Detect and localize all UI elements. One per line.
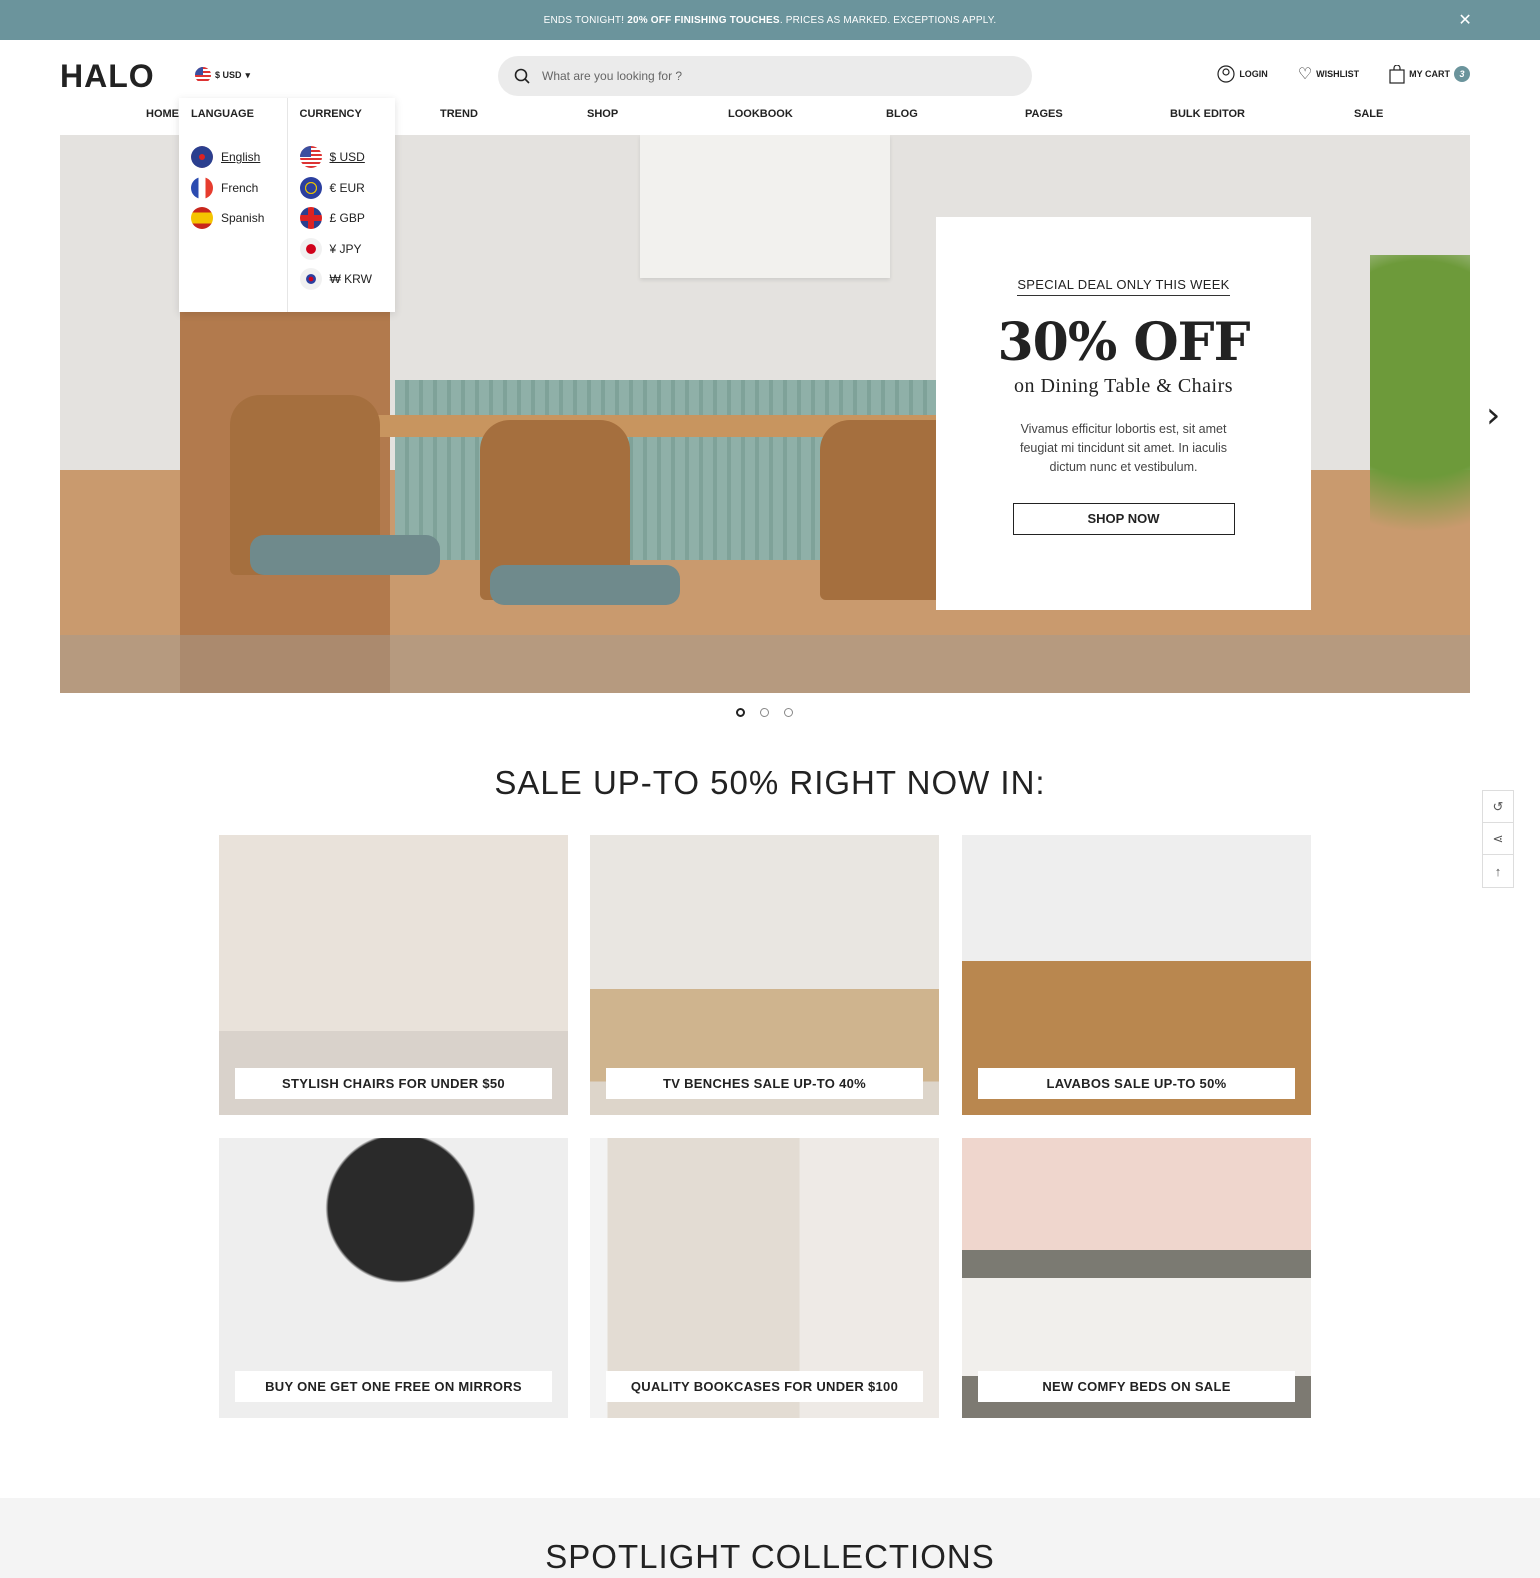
- spain-flag-icon: [191, 207, 213, 230]
- search-placeholder: What are you looking for ?: [542, 69, 683, 83]
- language-column: LANGUAGE English French Spanish: [179, 98, 287, 312]
- category-card[interactable]: QUALITY BOOKCASES FOR UNDER $100: [590, 1138, 939, 1418]
- currency-option-usd[interactable]: $ USD: [299, 142, 384, 173]
- currency-option-jpy[interactable]: ¥ JPY: [299, 234, 384, 265]
- close-icon[interactable]: ✕: [1458, 10, 1472, 30]
- caret-down-icon: ▾: [245, 69, 251, 80]
- slider-dots: [736, 708, 793, 717]
- category-label: STYLISH CHAIRS FOR UNDER $50: [235, 1068, 552, 1099]
- category-label: NEW COMFY BEDS ON SALE: [978, 1371, 1295, 1402]
- next-slide-arrow-icon[interactable]: ›: [1486, 395, 1500, 436]
- france-flag-icon: [191, 176, 213, 199]
- uk-flag-icon: [299, 207, 322, 230]
- promo-text: Vivamus efficitur lobortis est, sit amet…: [1019, 422, 1228, 474]
- category-label: LAVABOS SALE UP-TO 50%: [978, 1068, 1295, 1099]
- back-to-top-icon[interactable]: ↑: [1483, 855, 1513, 887]
- currency-label: ₩ KRW: [329, 272, 372, 287]
- spotlight-section: SPOTLIGHT COLLECTIONS: [0, 1498, 1540, 1578]
- currency-label: € EUR: [329, 180, 365, 195]
- slide-dot-3[interactable]: [784, 708, 793, 717]
- chair-seat-image: [250, 535, 440, 575]
- announcement-bold: 20% OFF FINISHING TOUCHES: [627, 14, 780, 26]
- currency-label: £ GBP: [329, 211, 365, 226]
- currency-column: CURRENCY $ USD € EUR £ GBP ¥ JPY ₩ KRW: [286, 98, 396, 312]
- currency-label: $ USD: [215, 70, 242, 80]
- category-card[interactable]: NEW COMFY BEDS ON SALE: [962, 1138, 1311, 1418]
- promo-title: 30% OFF: [997, 312, 1250, 373]
- announcement-prefix: ENDS TONIGHT!: [543, 14, 625, 26]
- language-currency-dropdown: LANGUAGE English French Spanish CURRENCY…: [179, 98, 395, 312]
- nav-lookbook[interactable]: LOOKBOOK: [728, 108, 793, 120]
- nav-sale[interactable]: SALE: [1354, 108, 1383, 120]
- currency-option-eur[interactable]: € EUR: [299, 173, 384, 204]
- language-option-english[interactable]: English: [191, 142, 275, 173]
- promo-box: SPECIAL DEAL ONLY THIS WEEK 30% OFF on D…: [936, 217, 1311, 610]
- recently-viewed-icon[interactable]: ↺: [1483, 791, 1513, 823]
- language-label: English: [221, 150, 261, 165]
- nav-home[interactable]: HOME: [146, 108, 179, 120]
- share-icon[interactable]: ⋖: [1483, 823, 1513, 855]
- heart-icon: ♡: [1297, 66, 1313, 83]
- currency-selector[interactable]: $ USD ▾: [195, 67, 250, 83]
- language-label: French: [221, 180, 259, 195]
- eu-flag-icon: [299, 176, 322, 199]
- cart-label: MY CART: [1409, 69, 1450, 79]
- language-title: LANGUAGE: [191, 108, 254, 120]
- currency-option-gbp[interactable]: £ GBP: [299, 203, 384, 234]
- search-input[interactable]: What are you looking for ?: [498, 56, 1032, 96]
- wishlist-link[interactable]: ♡ WISHLIST: [1298, 64, 1359, 84]
- login-link[interactable]: LOGIN: [1217, 65, 1268, 83]
- shop-now-button[interactable]: SHOP NOW: [1012, 503, 1235, 535]
- currency-option-krw[interactable]: ₩ KRW: [299, 264, 384, 295]
- us-flag-icon: [195, 67, 211, 83]
- us-flag-icon: [299, 146, 322, 169]
- announcement-bar: ENDS TONIGHT! 20% OFF FINISHING TOUCHES.…: [0, 0, 1540, 40]
- wishlist-label: WISHLIST: [1316, 69, 1360, 79]
- announcement-suffix: . PRICES AS MARKED. EXCEPTIONS APPLY.: [779, 14, 997, 26]
- category-label: BUY ONE GET ONE FREE ON MIRRORS: [235, 1371, 552, 1402]
- currency-title: CURRENCY: [299, 108, 362, 120]
- login-label: LOGIN: [1239, 69, 1268, 79]
- language-option-spanish[interactable]: Spanish: [191, 203, 275, 234]
- wall-art-image: [640, 135, 890, 278]
- bag-icon: [1389, 64, 1405, 84]
- logo[interactable]: HALO: [60, 58, 155, 95]
- language-label: Spanish: [221, 211, 265, 226]
- slide-dot-1[interactable]: [736, 708, 745, 717]
- sale-heading: SALE UP-TO 50% RIGHT NOW IN:: [494, 764, 1046, 801]
- category-card[interactable]: STYLISH CHAIRS FOR UNDER $50: [219, 835, 568, 1115]
- plant-image: [1370, 255, 1470, 635]
- cart-count-badge: 3: [1454, 66, 1470, 82]
- nav-pages[interactable]: PAGES: [1025, 108, 1063, 120]
- category-card[interactable]: BUY ONE GET ONE FREE ON MIRRORS: [219, 1138, 568, 1418]
- nav-shop[interactable]: SHOP: [587, 108, 618, 120]
- japan-flag-icon: [299, 237, 322, 260]
- nav-bulk-editor[interactable]: BULK EDITOR: [1170, 108, 1245, 120]
- language-option-french[interactable]: French: [191, 173, 275, 204]
- category-label: TV BENCHES SALE UP-TO 40%: [606, 1068, 923, 1099]
- uk-flag-icon: [191, 146, 213, 169]
- user-icon: [1217, 65, 1235, 83]
- currency-label: ¥ JPY: [329, 241, 362, 256]
- search-icon: [514, 68, 530, 84]
- currency-label: $ USD: [329, 150, 365, 165]
- cart-link[interactable]: MY CART 3: [1389, 64, 1470, 84]
- promo-subtitle: SPECIAL DEAL ONLY THIS WEEK: [1017, 277, 1230, 296]
- slide-dot-2[interactable]: [760, 708, 769, 717]
- promo-caption: on Dining Table & Chairs: [1013, 375, 1234, 397]
- category-label: QUALITY BOOKCASES FOR UNDER $100: [606, 1371, 923, 1402]
- category-card[interactable]: TV BENCHES SALE UP-TO 40%: [590, 835, 939, 1115]
- spotlight-heading: SPOTLIGHT COLLECTIONS: [545, 1538, 995, 1575]
- chair-seat-image: [490, 565, 680, 605]
- side-toolbar: ↺ ⋖ ↑: [1482, 790, 1514, 888]
- nav-blog[interactable]: BLOG: [886, 108, 918, 120]
- nav-trend[interactable]: TREND: [440, 108, 478, 120]
- korea-flag-icon: [299, 268, 322, 291]
- rug-image: [60, 635, 1470, 693]
- category-card[interactable]: LAVABOS SALE UP-TO 50%: [962, 835, 1311, 1115]
